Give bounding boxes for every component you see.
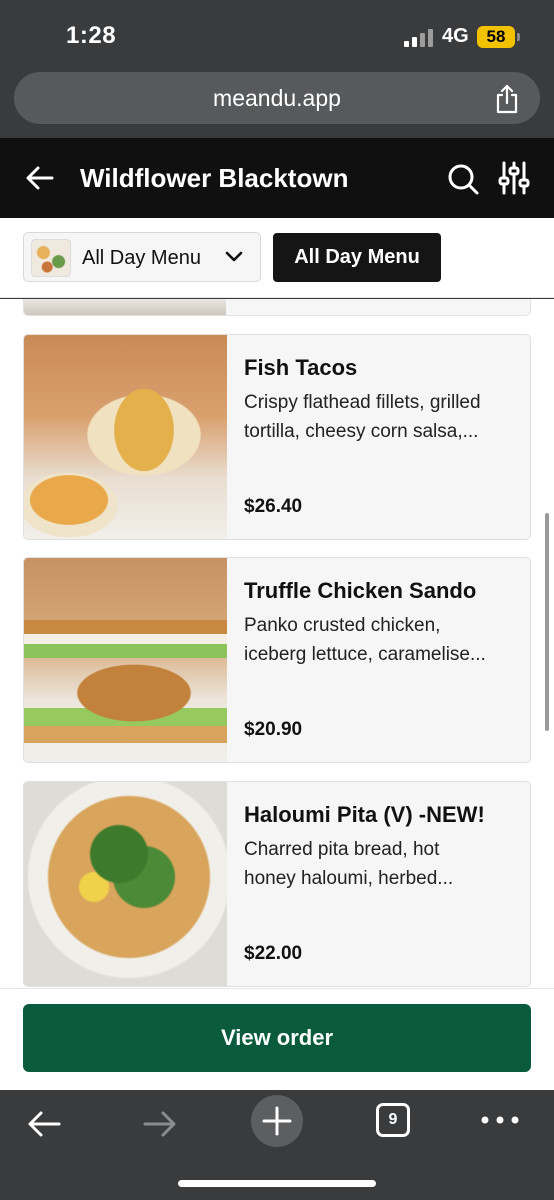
item-description-line: Panko crusted chicken, xyxy=(244,615,441,636)
list-item-partial[interactable] xyxy=(23,299,531,316)
back-arrow-icon[interactable] xyxy=(24,162,56,194)
item-name: Fish Tacos xyxy=(244,355,358,380)
search-icon[interactable] xyxy=(446,162,480,196)
item-price: $22.00 xyxy=(244,943,303,964)
item-image xyxy=(24,558,227,762)
order-bar: View order xyxy=(0,988,554,1090)
list-item[interactable]: Fish Tacos Crispy flathead fillets, gril… xyxy=(23,334,531,540)
item-price: $26.40 xyxy=(244,496,303,517)
status-time: 1:28 xyxy=(66,22,117,49)
view-order-button[interactable]: View order xyxy=(23,1004,531,1072)
back-arrow-icon[interactable] xyxy=(26,1108,62,1140)
item-description-line: honey haloumi, herbed... xyxy=(244,868,454,889)
url-text[interactable]: meandu.app xyxy=(14,85,540,112)
menu-thumbnail xyxy=(31,239,71,277)
status-bar: 1:28 4G 58 xyxy=(0,0,554,62)
item-image xyxy=(24,782,227,986)
item-description-line: Charred pita bread, hot xyxy=(244,839,440,860)
new-tab-button[interactable] xyxy=(251,1095,303,1147)
item-description-line: Crispy flathead fillets, grilled xyxy=(244,392,481,413)
item-name: Haloumi Pita (V) -NEW! xyxy=(244,802,485,827)
signal-icon xyxy=(404,27,434,47)
battery-icon: 58 xyxy=(477,26,520,48)
menu-selector-bar: All Day Menu All Day Menu xyxy=(0,218,554,298)
plus-icon xyxy=(262,1106,292,1136)
tab-switcher-button[interactable]: 9 xyxy=(376,1103,410,1137)
scrollbar[interactable] xyxy=(545,513,549,731)
home-indicator xyxy=(178,1180,376,1187)
more-dots-icon[interactable] xyxy=(480,1110,520,1130)
item-description: Crispy flathead fillets, grilled tortill… xyxy=(244,388,518,446)
tab-all-day-menu[interactable]: All Day Menu xyxy=(273,233,441,282)
filter-sliders-icon[interactable] xyxy=(498,160,530,196)
menu-item-list: Fish Tacos Crispy flathead fillets, gril… xyxy=(0,299,554,988)
chevron-down-icon xyxy=(225,251,243,262)
list-item[interactable]: Haloumi Pita (V) -NEW! Charred pita brea… xyxy=(23,781,531,987)
url-bar[interactable]: meandu.app xyxy=(14,72,540,124)
network-type: 4G xyxy=(442,25,469,47)
forward-arrow-icon[interactable] xyxy=(142,1108,178,1140)
item-description-line: tortilla, cheesy corn salsa,... xyxy=(244,421,479,442)
page-title: Wildflower Blacktown xyxy=(80,163,349,193)
item-description-line: iceberg lettuce, caramelise... xyxy=(244,644,486,665)
menu-dropdown[interactable]: All Day Menu xyxy=(23,232,261,282)
item-image xyxy=(24,299,226,315)
share-icon[interactable] xyxy=(494,84,520,114)
item-name: Truffle Chicken Sando xyxy=(244,578,477,603)
app-header: Wildflower Blacktown xyxy=(0,138,554,218)
item-description: Charred pita bread, hot honey haloumi, h… xyxy=(244,835,518,893)
item-price: $20.90 xyxy=(244,719,303,740)
list-item[interactable]: Truffle Chicken Sando Panko crusted chic… xyxy=(23,557,531,763)
menu-dropdown-label: All Day Menu xyxy=(82,247,201,269)
item-image xyxy=(24,335,227,539)
browser-toolbar: 9 xyxy=(0,1090,554,1200)
item-description: Panko crusted chicken, iceberg lettuce, … xyxy=(244,611,518,669)
